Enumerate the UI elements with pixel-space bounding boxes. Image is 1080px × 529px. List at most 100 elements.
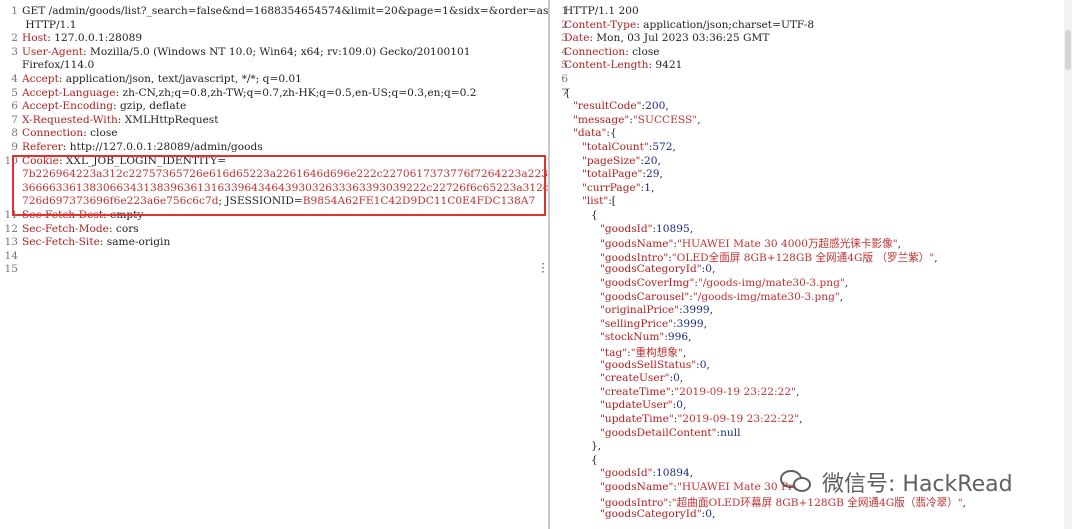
code-line[interactable]: "goodsId":10894, (600, 467, 693, 479)
response-scrollbar[interactable] (1064, 0, 1072, 529)
code-token: }, (591, 440, 602, 453)
code-line[interactable]: "originalPrice":3999, (600, 304, 713, 316)
code-token: "goodsCategoryId" (600, 263, 702, 276)
code-token: "goodsName" (600, 238, 674, 251)
code-token: "goodsDetailContent" (600, 426, 717, 439)
code-token: Accept-Language (22, 86, 116, 99)
code-line[interactable]: Firefox/114.0 (22, 59, 94, 71)
code-token: "/goods-img/mate30-3.png" (692, 290, 840, 303)
code-line[interactable]: Accept: application/json, text/javascrip… (22, 73, 302, 85)
line-number: 6 (11, 100, 18, 113)
code-token: 0 (673, 372, 680, 385)
code-line[interactable]: HTTP/1.1 200 (564, 5, 639, 17)
code-token: 29 (645, 168, 660, 181)
code-line[interactable]: Date: Mon, 03 Jul 2023 03:36:25 GMT (564, 32, 769, 44)
code-token: 10895 (656, 222, 690, 235)
code-line[interactable]: { (591, 454, 598, 466)
code-line[interactable]: "goodsCategoryId":0, (600, 508, 715, 520)
code-token: "goodsCarousel" (600, 290, 690, 303)
code-token: : same-origin (99, 236, 171, 249)
code-line[interactable]: "createUser":0, (600, 372, 683, 384)
code-token: : http://127.0.0.1:28089/admin/goods (62, 141, 263, 153)
code-line[interactable]: "goodsSellStatus":0, (600, 359, 710, 371)
code-line[interactable]: "sellingPrice":3999, (600, 318, 707, 330)
line-number: 13 (4, 236, 18, 249)
code-token: : application/json;charset=UTF-8 (636, 18, 815, 31)
response-scrollbar-thumb[interactable] (1065, 30, 1071, 70)
code-token: : 9421 (648, 59, 683, 72)
code-line[interactable]: "data":{ (573, 127, 617, 139)
line-number: 9 (11, 141, 18, 153)
code-token: , (799, 413, 803, 425)
code-line[interactable]: "totalCount":572, (582, 141, 676, 153)
response-editor-pane[interactable]: 1 HTTP/1.1 200 2 Content-Type: application/… (550, 0, 1072, 529)
code-line[interactable]: Referer: http://127.0.0.1:28089/admin/go… (22, 141, 263, 153)
code-line[interactable]: HTTP/1.1 (22, 19, 76, 31)
line-number: 14 (4, 249, 18, 262)
code-token: "tag" (600, 347, 628, 359)
code-line[interactable]: "currPage":1, (582, 182, 654, 194)
code-line[interactable]: "message":"SUCCESS", (573, 114, 700, 126)
code-token: "HUAWEI Mate 30 4000万超感光徕卡影像" (676, 238, 898, 251)
code-line[interactable]: Connection: close (22, 127, 118, 139)
code-line[interactable]: Content-Length: 9421 (564, 59, 682, 71)
code-line[interactable]: "pageSize":20, (582, 155, 661, 167)
code-line[interactable]: "goodsDetailContent":null (600, 427, 741, 439)
code-token: "originalPrice" (600, 304, 680, 317)
request-editor-pane[interactable]: 1 GET /admin/goods/list?_search=false&nd=… (0, 0, 548, 529)
code-token: "SUCCESS" (632, 113, 698, 126)
code-line[interactable]: Connection: close (564, 46, 660, 58)
code-line[interactable]: Accept-Language: zh-CN,zh;q=0.8,zh-TW;q=… (22, 87, 477, 99)
code-line[interactable]: Sec-Fetch-Site: same-origin (22, 236, 170, 248)
line-number: 6 (561, 73, 568, 85)
pane-resize-handle[interactable]: · · · (540, 258, 546, 278)
code-line[interactable]: "goodsCarousel":"/goods-img/mate30-3.png… (600, 291, 843, 303)
code-token: : Mozilla/5.0 (Windows NT 10.0; Win64; x… (83, 45, 471, 58)
wechat-icon (780, 468, 814, 496)
code-line[interactable]: "goodsName":"HUAWEI Mate 30 Pro (600, 481, 800, 493)
code-token: { (591, 453, 598, 466)
code-line[interactable]: "goodsCategoryId":0, (600, 263, 715, 275)
code-line[interactable]: "createTime":"2019-09-19 23:22:22", (600, 386, 799, 398)
code-token: 3999 (676, 317, 704, 330)
code-line[interactable]: Accept-Encoding: gzip, deflate (22, 100, 186, 112)
code-token: Sec-Fetch-Site (22, 236, 100, 249)
code-token: 0 (705, 508, 712, 521)
code-token: : cors (108, 222, 139, 235)
code-line[interactable]: }, (591, 440, 601, 452)
code-line[interactable]: "goodsCoverImg":"/goods-img/mate30-3.png… (600, 277, 848, 289)
line-number: 1 (11, 5, 18, 17)
code-token: "超曲面OLED环幕屏 8GB+128GB 全网通4G版（翡冷翠）" (671, 496, 963, 509)
code-line[interactable]: "list":[ (582, 195, 616, 207)
code-line[interactable]: User-Agent: Mozilla/5.0 (Windows NT 10.0… (22, 46, 471, 58)
code-line[interactable]: Sec-Fetch-Mode: cors (22, 223, 139, 235)
line-number: 7 (11, 113, 18, 126)
code-token: Connection (22, 127, 84, 140)
code-token: "/goods-img/mate30-3.png" (697, 277, 845, 289)
code-token: X-Requested-With (22, 113, 118, 126)
code-token: , (839, 290, 844, 303)
code-line[interactable]: "goodsId":10895, (600, 223, 693, 235)
code-token: , (795, 385, 800, 398)
code-line[interactable]: Content-Type: application/json;charset=U… (564, 19, 814, 31)
code-token: "goodsId" (600, 222, 653, 235)
code-line[interactable]: "resultCode":200, (573, 100, 669, 112)
code-line[interactable]: GET /admin/goods/list?_search=false&nd=1… (22, 5, 548, 17)
code-token: , (665, 100, 669, 113)
code-token: "createUser" (600, 372, 670, 385)
code-token: "currPage" (582, 181, 641, 194)
code-line[interactable]: X-Requested-With: XMLHttpRequest (22, 114, 219, 126)
code-token: , (679, 372, 684, 385)
code-line[interactable]: Host: 127.0.0.1:28089 (22, 32, 142, 44)
code-line[interactable]: "totalPage":29, (582, 168, 663, 180)
watermark: 微信号: HackRead (780, 466, 1013, 498)
code-line[interactable]: { (564, 87, 571, 99)
code-line[interactable]: { (591, 209, 598, 221)
code-line[interactable]: "updateTime":"2019-09-19 23:22:22", (600, 413, 802, 425)
code-token: "data" (573, 127, 607, 140)
code-token: "updateTime" (600, 413, 674, 425)
code-token: , (706, 358, 710, 371)
code-line[interactable]: "updateUser":0, (600, 399, 686, 411)
code-line[interactable]: "stockNum":996, (600, 331, 692, 343)
code-token: Date (564, 32, 590, 45)
